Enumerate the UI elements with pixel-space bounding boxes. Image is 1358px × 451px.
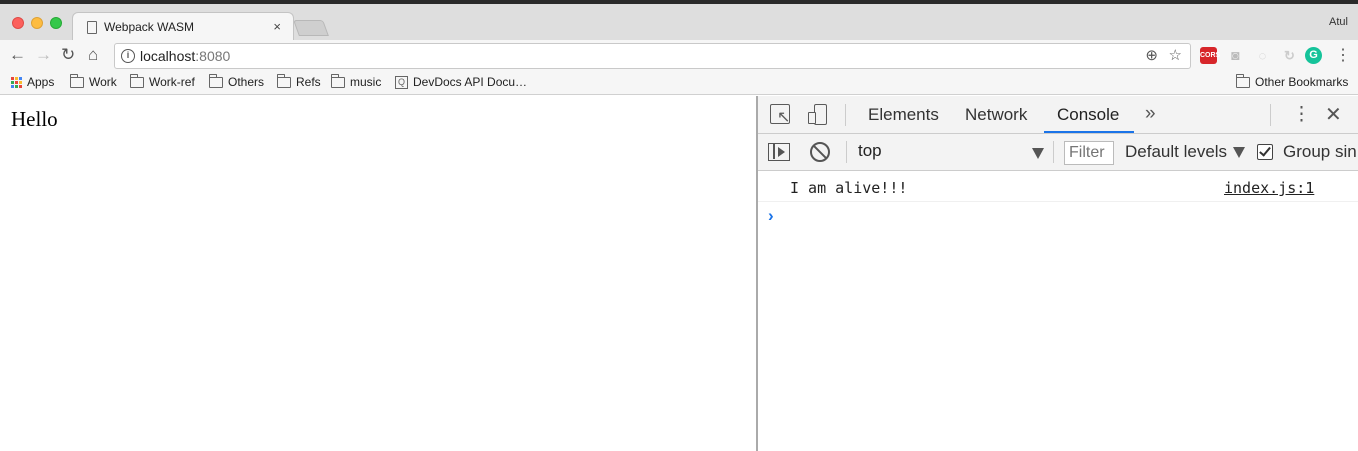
page-text: Hello [11, 107, 58, 131]
zoom-icon[interactable]: ⊕ [1145, 46, 1158, 64]
clear-console-icon[interactable] [810, 142, 830, 162]
minimize-window-button[interactable] [31, 17, 43, 29]
console-sidebar-icon[interactable] [768, 143, 790, 161]
bookmark-devdocs[interactable]: Q DevDocs API Docu… [395, 75, 527, 89]
dropdown-arrow-icon [1233, 147, 1246, 159]
camera-extension-icon[interactable]: ◙ [1227, 47, 1244, 64]
context-selector[interactable]: top [858, 141, 1044, 163]
divider [846, 141, 847, 163]
log-levels-dropdown[interactable]: Default levels [1125, 142, 1246, 162]
console-message-text: I am alive!!! [790, 179, 908, 197]
devdocs-icon: Q [395, 75, 408, 89]
bookmarks-bar: Apps Work Work-ref Others Refs music Q D… [0, 71, 1358, 95]
folder-icon [130, 73, 144, 88]
devtools-close-icon[interactable]: ✕ [1325, 102, 1342, 127]
tab-title: Webpack WASM [104, 20, 195, 34]
folder-icon [70, 73, 84, 88]
group-similar-checkbox[interactable] [1257, 144, 1273, 160]
url-text[interactable]: localhost:8080 [140, 48, 230, 64]
browser-toolbar: ← → ↻ ⌂ i localhost:8080 ⊕ ☆ CORS ◙ ◌ ↻ … [0, 40, 1358, 71]
device-toolbar-icon[interactable] [808, 104, 830, 126]
tab-elements[interactable]: Elements [868, 105, 939, 125]
tab-close-icon[interactable]: × [273, 19, 281, 34]
cors-extension-icon[interactable]: CORS [1200, 47, 1220, 64]
bookmark-refs[interactable]: Refs [277, 73, 321, 89]
inspect-element-icon[interactable] [770, 104, 790, 127]
url-host: localhost [140, 48, 196, 64]
divider [845, 104, 846, 126]
page-viewport: Hello [0, 96, 756, 451]
bookmark-label: Other Bookmarks [1255, 75, 1349, 89]
grammarly-extension-icon[interactable]: G [1305, 47, 1322, 64]
context-value: top [858, 141, 882, 160]
filter-input[interactable] [1064, 141, 1114, 165]
folder-icon [277, 73, 291, 88]
divider [1270, 104, 1271, 126]
bookmark-label: Refs [296, 75, 321, 89]
site-info-icon[interactable]: i [121, 49, 135, 63]
browser-menu-icon[interactable]: ⋮ [1335, 45, 1351, 65]
page-icon [87, 21, 97, 34]
bookmark-label: music [350, 75, 382, 89]
bookmark-music[interactable]: music [331, 73, 382, 89]
back-icon[interactable]: ← [9, 45, 26, 65]
console-message: I am alive!!! index.js:1 [758, 171, 1358, 202]
profile-name[interactable]: Atul [1329, 16, 1348, 28]
google-extension-icon[interactable]: ↻ [1281, 47, 1298, 64]
folder-icon [1236, 73, 1250, 88]
close-window-button[interactable] [12, 17, 24, 29]
tab-network[interactable]: Network [965, 105, 1027, 125]
active-tab-indicator [1044, 131, 1134, 133]
extension-icon[interactable]: ◌ [1254, 47, 1271, 64]
address-bar[interactable]: i localhost:8080 ⊕ ☆ [114, 43, 1191, 69]
devtools-menu-icon[interactable]: ⋮ [1292, 103, 1311, 126]
browser-tab[interactable]: Webpack WASM × [72, 12, 294, 42]
maximize-window-button[interactable] [50, 17, 62, 29]
devtools-tabbar: Elements Network Console » ⋮ ✕ [758, 96, 1358, 134]
devtools-panel: Elements Network Console » ⋮ ✕ top Defau… [758, 96, 1358, 451]
bookmark-label: Work-ref [149, 75, 195, 89]
group-similar-label: Group sin [1283, 142, 1357, 161]
console-message-source[interactable]: index.js:1 [1224, 179, 1314, 197]
bookmark-work-ref[interactable]: Work-ref [130, 73, 195, 89]
console-toolbar: top Default levels Group sin [758, 134, 1358, 171]
other-bookmarks[interactable]: Other Bookmarks [1236, 73, 1349, 89]
bookmark-work[interactable]: Work [70, 73, 117, 89]
dropdown-arrow-icon [1032, 148, 1044, 159]
bookmark-label: DevDocs API Docu… [413, 75, 528, 89]
reload-icon[interactable]: ↻ [61, 45, 75, 65]
folder-icon [209, 73, 223, 88]
url-port: :8080 [195, 48, 231, 64]
bookmark-apps[interactable]: Apps [11, 75, 54, 89]
folder-icon [331, 73, 345, 88]
bookmark-label: Apps [27, 75, 55, 89]
apps-grid-icon [11, 76, 22, 88]
levels-label: Default levels [1125, 142, 1228, 161]
bookmark-star-icon[interactable]: ☆ [1169, 46, 1182, 64]
tab-strip: Webpack WASM × Atul [0, 4, 1358, 42]
divider [1053, 141, 1054, 163]
bookmark-label: Work [89, 75, 117, 89]
more-tabs-icon[interactable]: » [1145, 103, 1156, 125]
forward-icon[interactable]: → [35, 45, 52, 65]
tab-console[interactable]: Console [1057, 105, 1119, 125]
new-tab-button[interactable] [293, 20, 329, 36]
bookmark-label: Others [228, 75, 265, 89]
console-prompt-icon[interactable]: › [768, 206, 774, 226]
home-icon[interactable]: ⌂ [88, 45, 98, 65]
bookmark-others[interactable]: Others [209, 73, 265, 89]
